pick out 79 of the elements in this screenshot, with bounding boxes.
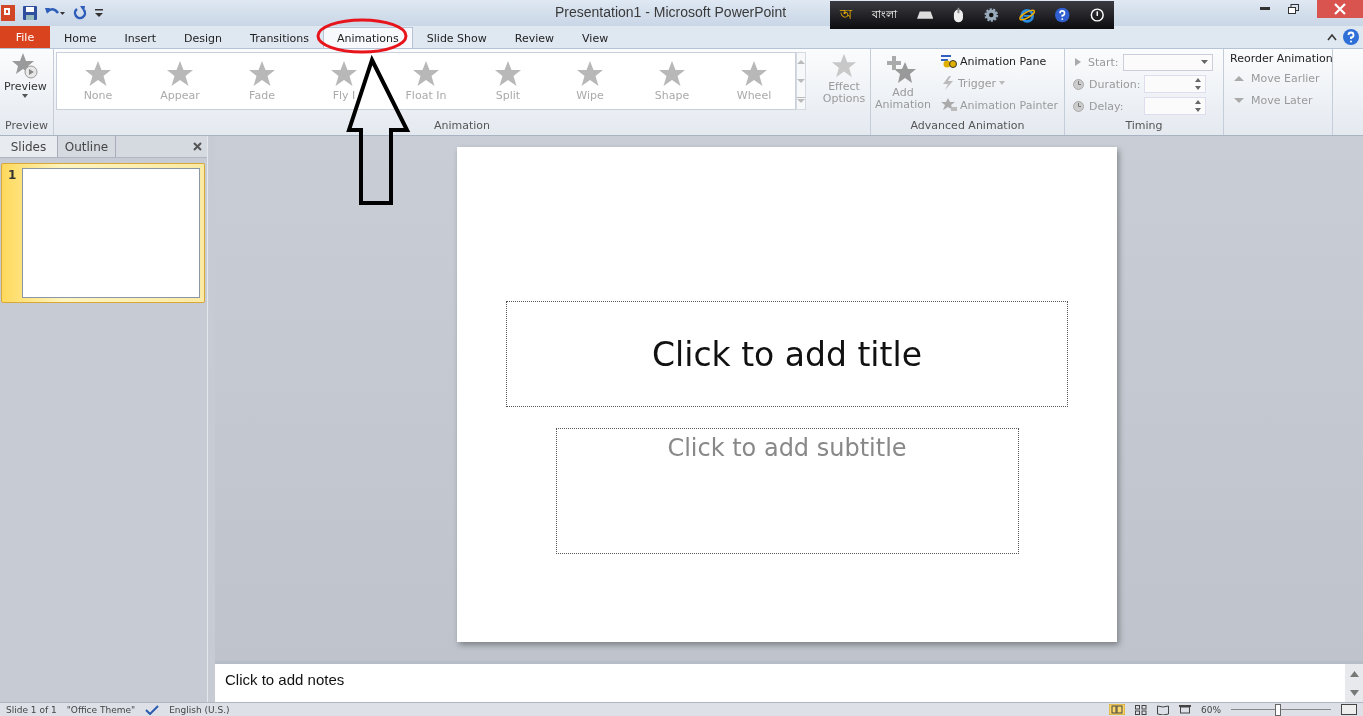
- language-button[interactable]: বাংলা: [872, 5, 897, 25]
- settings-icon[interactable]: [984, 7, 999, 23]
- browser-icon[interactable]: [1018, 6, 1035, 24]
- file-tab[interactable]: File: [0, 26, 50, 48]
- help-icon[interactable]: [1055, 7, 1070, 23]
- painter-icon: [941, 98, 957, 112]
- up-triangle-icon: [1234, 74, 1244, 82]
- restore-icon[interactable]: [1288, 4, 1299, 14]
- app-logo-icon: [1, 5, 15, 21]
- preview-button[interactable]: Preview: [0, 52, 51, 119]
- ribbon-tab[interactable]: View: [568, 27, 623, 48]
- zoom-level[interactable]: 60%: [1201, 703, 1221, 716]
- ribbon-tab[interactable]: Insert: [110, 27, 171, 48]
- spinner-field[interactable]: [1144, 97, 1206, 115]
- mouse-icon[interactable]: [953, 7, 965, 23]
- spelling-check-icon[interactable]: [145, 704, 160, 715]
- minimize-icon[interactable]: [1260, 7, 1270, 11]
- spin-arrows-icon: [1195, 99, 1201, 113]
- slide-counter: Slide 1 of 1: [6, 703, 57, 716]
- advanced-animation-button[interactable]: Animation Pane: [941, 52, 1059, 70]
- save-icon[interactable]: [23, 6, 37, 20]
- play-icon: [1073, 57, 1083, 67]
- theme-name: "Office Theme": [66, 703, 136, 716]
- window-title: Presentation1 - Microsoft PowerPoint: [555, 4, 787, 20]
- ribbon-tab[interactable]: Slide Show: [412, 27, 501, 48]
- language-indicator[interactable]: English (U.S.): [169, 703, 230, 716]
- slide-sorter-icon[interactable]: [1135, 704, 1147, 715]
- group-label: Preview: [4, 119, 49, 134]
- normal-view-icon[interactable]: [1109, 704, 1125, 715]
- clock-icon: [1073, 100, 1084, 112]
- down-triangle-icon: [1234, 96, 1244, 104]
- script-button[interactable]: অ: [840, 3, 852, 27]
- scroll-down-icon: [1349, 689, 1359, 696]
- subtitle-placeholder[interactable]: Click to add subtitle: [555, 428, 1019, 554]
- group-label: Animation: [432, 119, 492, 134]
- fit-to-window-icon[interactable]: [1341, 704, 1357, 715]
- close-icon[interactable]: [193, 142, 202, 151]
- star-play-icon: [11, 52, 40, 80]
- ribbon-tab[interactable]: Animations: [322, 27, 413, 48]
- ribbon-tab[interactable]: Transitions: [236, 27, 323, 48]
- scrollbar[interactable]: [1345, 664, 1363, 702]
- keyboard-icon[interactable]: [917, 11, 934, 19]
- close-button[interactable]: [1317, 0, 1363, 18]
- slider-thumb[interactable]: [1275, 703, 1282, 716]
- pane-icon: [941, 54, 957, 68]
- group-label: Advanced Animation: [909, 119, 1026, 134]
- collapse-ribbon-icon[interactable]: [1327, 33, 1337, 41]
- ribbon-tab[interactable]: Review: [500, 27, 569, 48]
- scroll-up-icon: [797, 59, 805, 66]
- ribbon-tab[interactable]: Design: [170, 27, 237, 48]
- customize-menu-icon[interactable]: [95, 8, 103, 18]
- reading-view-icon[interactable]: [1157, 704, 1169, 715]
- lightning-icon: [941, 76, 955, 90]
- more-icon: [797, 96, 805, 103]
- power-icon[interactable]: [1089, 7, 1104, 23]
- ribbon-tab[interactable]: Home: [50, 27, 111, 48]
- redo-icon[interactable]: [73, 6, 87, 20]
- spinner-field[interactable]: [1144, 75, 1206, 93]
- scroll-down-icon: [797, 78, 805, 84]
- close-icon: [1334, 3, 1346, 15]
- panel-tab[interactable]: Outline: [58, 136, 116, 157]
- field-label: Delay:: [1089, 99, 1125, 113]
- caret-icon: [998, 81, 1005, 85]
- caret-icon: [22, 94, 29, 98]
- caret-icon: [1201, 60, 1208, 64]
- slide-thumbnail-row[interactable]: 1: [1, 163, 205, 303]
- reorder-heading: Reorder Animation: [1230, 52, 1332, 65]
- slide-number: 1: [8, 168, 17, 184]
- spin-arrows-icon: [1195, 77, 1201, 91]
- field-label: Start:: [1088, 55, 1120, 69]
- title-placeholder[interactable]: Click to add title: [506, 301, 1068, 407]
- start-dropdown[interactable]: [1123, 53, 1213, 71]
- clock-icon: [1073, 78, 1084, 90]
- star-icon: [830, 52, 858, 80]
- slide-show-icon[interactable]: [1179, 704, 1191, 715]
- scroll-up-icon: [1349, 670, 1359, 677]
- panel-tab[interactable]: Slides: [0, 136, 58, 157]
- group-label: Timing: [1124, 119, 1164, 134]
- field-label: Duration:: [1089, 77, 1139, 91]
